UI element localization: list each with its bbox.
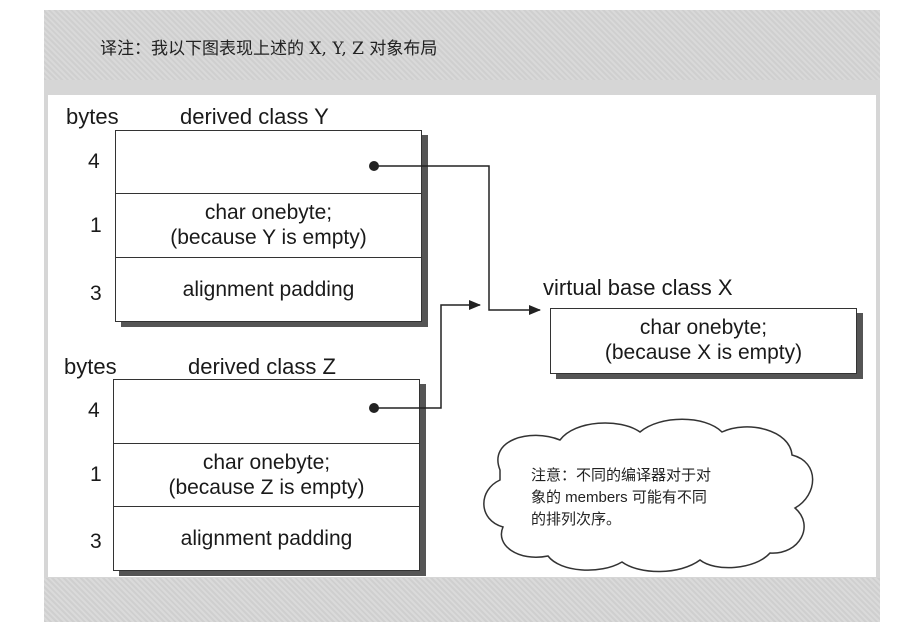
note-line3: 的排列次序。 (531, 511, 622, 528)
note-line1: 注意：不同的编译器对于对 (531, 467, 712, 484)
connector-overlay (374, 165, 814, 573)
note-line2: 象的 members 可能有不同 (531, 489, 707, 506)
arrow-y-to-x (374, 165, 541, 315)
arrow-z-to-x (374, 300, 481, 409)
